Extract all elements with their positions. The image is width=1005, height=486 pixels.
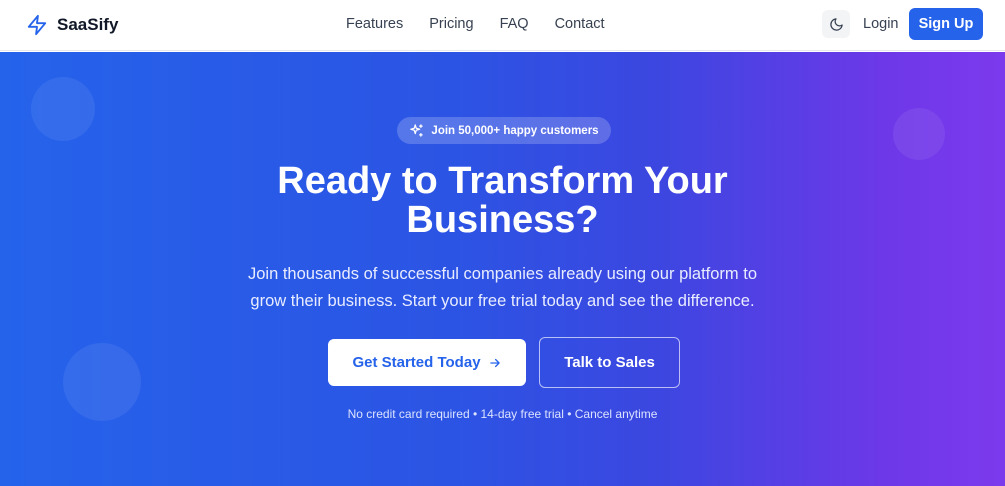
- sparkles-icon: [410, 124, 424, 137]
- customers-badge: Join 50,000+ happy customers: [397, 117, 611, 144]
- decorative-circle: [893, 108, 945, 160]
- theme-toggle-button[interactable]: [822, 10, 850, 38]
- moon-icon: [829, 17, 843, 31]
- hero-title: Ready to Transform Your Business?: [0, 162, 1005, 240]
- login-link[interactable]: Login: [863, 15, 898, 33]
- nav-link-contact[interactable]: Contact: [555, 15, 605, 33]
- top-navbar: SaaSify Features Pricing FAQ Contact Log…: [0, 0, 1005, 51]
- hero-fineprint: No credit card required • 14-day free tr…: [347, 407, 658, 421]
- get-started-button[interactable]: Get Started Today: [328, 339, 526, 386]
- nav-link-faq[interactable]: FAQ: [500, 15, 529, 33]
- hero-subtitle: Join thousands of successful companies a…: [222, 261, 783, 314]
- signup-button[interactable]: Sign Up: [909, 8, 983, 40]
- hero-subtitle-line-2: grow their business. Start your free tri…: [250, 291, 755, 310]
- main-nav: Features Pricing FAQ Contact: [346, 15, 605, 33]
- brand-name: SaaSify: [57, 15, 119, 34]
- badge-text: Join 50,000+ happy customers: [431, 124, 599, 137]
- decorative-circle: [31, 77, 95, 141]
- nav-link-features[interactable]: Features: [346, 15, 403, 33]
- hero-section: Join 50,000+ happy customers Ready to Tr…: [0, 52, 1005, 486]
- arrow-right-icon: [489, 358, 500, 367]
- get-started-label: Get Started Today: [352, 354, 481, 371]
- brand-logo-link[interactable]: SaaSify: [26, 12, 118, 38]
- lightning-bolt-icon: [27, 14, 47, 36]
- hero-title-line-1: Ready to Transform Your: [277, 160, 728, 202]
- hero-subtitle-line-1: Join thousands of successful companies a…: [247, 265, 758, 283]
- talk-to-sales-button[interactable]: Talk to Sales: [539, 337, 680, 388]
- nav-link-pricing[interactable]: Pricing: [429, 15, 473, 33]
- hero-title-line-2: Business?: [406, 199, 599, 241]
